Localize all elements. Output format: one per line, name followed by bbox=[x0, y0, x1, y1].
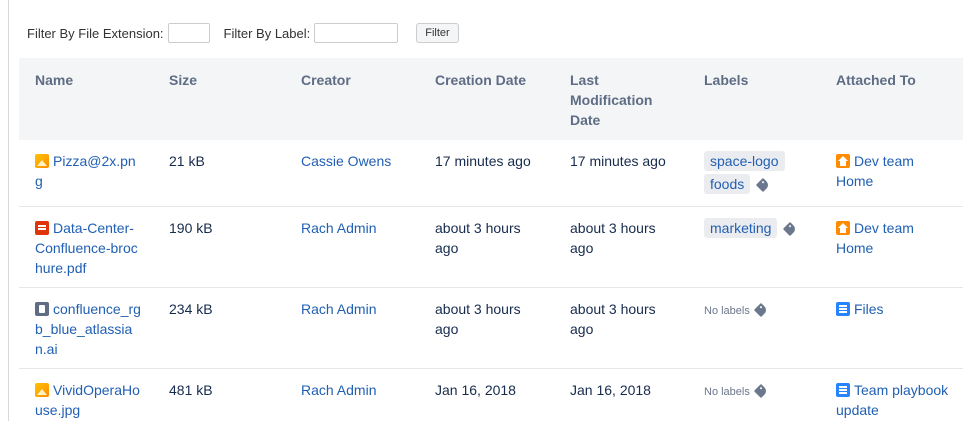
creator-link[interactable]: Rach Admin bbox=[301, 220, 376, 236]
label-chip[interactable]: marketing bbox=[704, 218, 777, 238]
cell-attached-to: Dev team Home bbox=[820, 207, 963, 288]
label-filter-label: Filter By Label: bbox=[224, 26, 311, 41]
header-size[interactable]: Size bbox=[153, 58, 285, 140]
header-last-modification-date[interactable]: Last Modification Date bbox=[554, 58, 688, 140]
home-icon bbox=[836, 154, 850, 168]
table-row: Pizza@2x.png 21 kB Cassie Owens 17 minutes … bbox=[19, 140, 963, 207]
cell-size: 21 kB bbox=[153, 140, 285, 207]
tag-icon[interactable] bbox=[754, 303, 768, 317]
cell-labels: No labels bbox=[688, 369, 820, 429]
cell-labels: marketing bbox=[688, 207, 820, 288]
cell-creation-date: 17 minutes ago bbox=[419, 140, 554, 207]
cell-creator: Cassie Owens bbox=[285, 140, 419, 207]
tag-icon[interactable] bbox=[756, 178, 770, 192]
page-icon bbox=[836, 383, 850, 397]
cell-creator: Rach Admin bbox=[285, 369, 419, 429]
page-icon bbox=[836, 302, 850, 316]
file-name-link[interactable]: VividOperaHouse.jpg bbox=[35, 382, 140, 418]
header-attached-to[interactable]: Attached To bbox=[820, 58, 963, 140]
creator-link[interactable]: Rach Admin bbox=[301, 301, 376, 317]
label-chip[interactable]: foods bbox=[704, 174, 750, 194]
label-filter-input[interactable] bbox=[314, 23, 398, 43]
image-file-icon bbox=[35, 383, 49, 397]
attachments-panel: Filter By File Extension: Filter By Labe… bbox=[8, 0, 968, 421]
cell-name: VividOperaHouse.jpg bbox=[19, 369, 153, 429]
attached-to-link[interactable]: Team playbook update bbox=[836, 382, 948, 418]
cell-labels: No labels bbox=[688, 288, 820, 369]
cell-creation-date: Jan 16, 2018 bbox=[419, 369, 554, 429]
cell-name: Data-Center-Confluence-brochure.pdf bbox=[19, 207, 153, 288]
cell-attached-to: Dev team Home bbox=[820, 140, 963, 207]
label-chip[interactable]: space-logo bbox=[704, 151, 785, 171]
cell-creation-date: about 3 hours ago bbox=[419, 288, 554, 369]
table-row: confluence_rgb_blue_atlassian.ai234 kB Ra… bbox=[19, 288, 963, 369]
filter-button[interactable]: Filter bbox=[416, 23, 458, 43]
header-name[interactable]: Name bbox=[19, 58, 153, 140]
extension-filter-input[interactable] bbox=[168, 23, 210, 43]
cell-creation-date: about 3 hours ago bbox=[419, 207, 554, 288]
attachments-table: Name Size Creator Creation Date Last Mod… bbox=[19, 58, 963, 429]
home-icon bbox=[836, 221, 850, 235]
file-name-link[interactable]: Data-Center-Confluence-brochure.pdf bbox=[35, 220, 138, 276]
cell-name: Pizza@2x.png bbox=[19, 140, 153, 207]
cell-attached-to: Team playbook update bbox=[820, 369, 963, 429]
creator-link[interactable]: Cassie Owens bbox=[301, 153, 391, 169]
cell-size: 481 kB bbox=[153, 369, 285, 429]
cell-last-modification-date: about 3 hours ago bbox=[554, 207, 688, 288]
cell-last-modification-date: 17 minutes ago bbox=[554, 140, 688, 207]
generic-file-icon bbox=[35, 302, 49, 316]
cell-last-modification-date: about 3 hours ago bbox=[554, 288, 688, 369]
cell-name: confluence_rgb_blue_atlassian.ai bbox=[19, 288, 153, 369]
no-labels-text: No labels bbox=[704, 386, 750, 398]
tag-icon[interactable] bbox=[754, 384, 768, 398]
tag-icon[interactable] bbox=[783, 222, 797, 236]
cell-creator: Rach Admin bbox=[285, 207, 419, 288]
cell-attached-to: Files bbox=[820, 288, 963, 369]
cell-size: 234 kB bbox=[153, 288, 285, 369]
table-row: VividOperaHouse.jpg 481 kB Rach Admin Jan 1… bbox=[19, 369, 963, 429]
attached-to-link[interactable]: Files bbox=[854, 301, 884, 317]
creator-link[interactable]: Rach Admin bbox=[301, 382, 376, 398]
filter-bar: Filter By File Extension: Filter By Labe… bbox=[27, 22, 459, 44]
table-row: Data-Center-Confluence-brochure.pdf 190 k… bbox=[19, 207, 963, 288]
file-name-link[interactable]: Pizza@2x.png bbox=[35, 153, 136, 189]
file-name-link[interactable]: confluence_rgb_blue_atlassian.ai bbox=[35, 301, 141, 357]
extension-filter-label: Filter By File Extension: bbox=[27, 26, 164, 41]
pdf-file-icon bbox=[35, 221, 49, 235]
header-creation-date[interactable]: Creation Date bbox=[419, 58, 554, 140]
table-header-row: Name Size Creator Creation Date Last Mod… bbox=[19, 58, 963, 140]
cell-creator: Rach Admin bbox=[285, 288, 419, 369]
header-creator[interactable]: Creator bbox=[285, 58, 419, 140]
no-labels-text: No labels bbox=[704, 305, 750, 317]
cell-size: 190 kB bbox=[153, 207, 285, 288]
header-labels[interactable]: Labels bbox=[688, 58, 820, 140]
cell-labels: space-logo foods bbox=[688, 140, 820, 207]
cell-last-modification-date: Jan 16, 2018 bbox=[554, 369, 688, 429]
image-file-icon bbox=[35, 154, 49, 168]
